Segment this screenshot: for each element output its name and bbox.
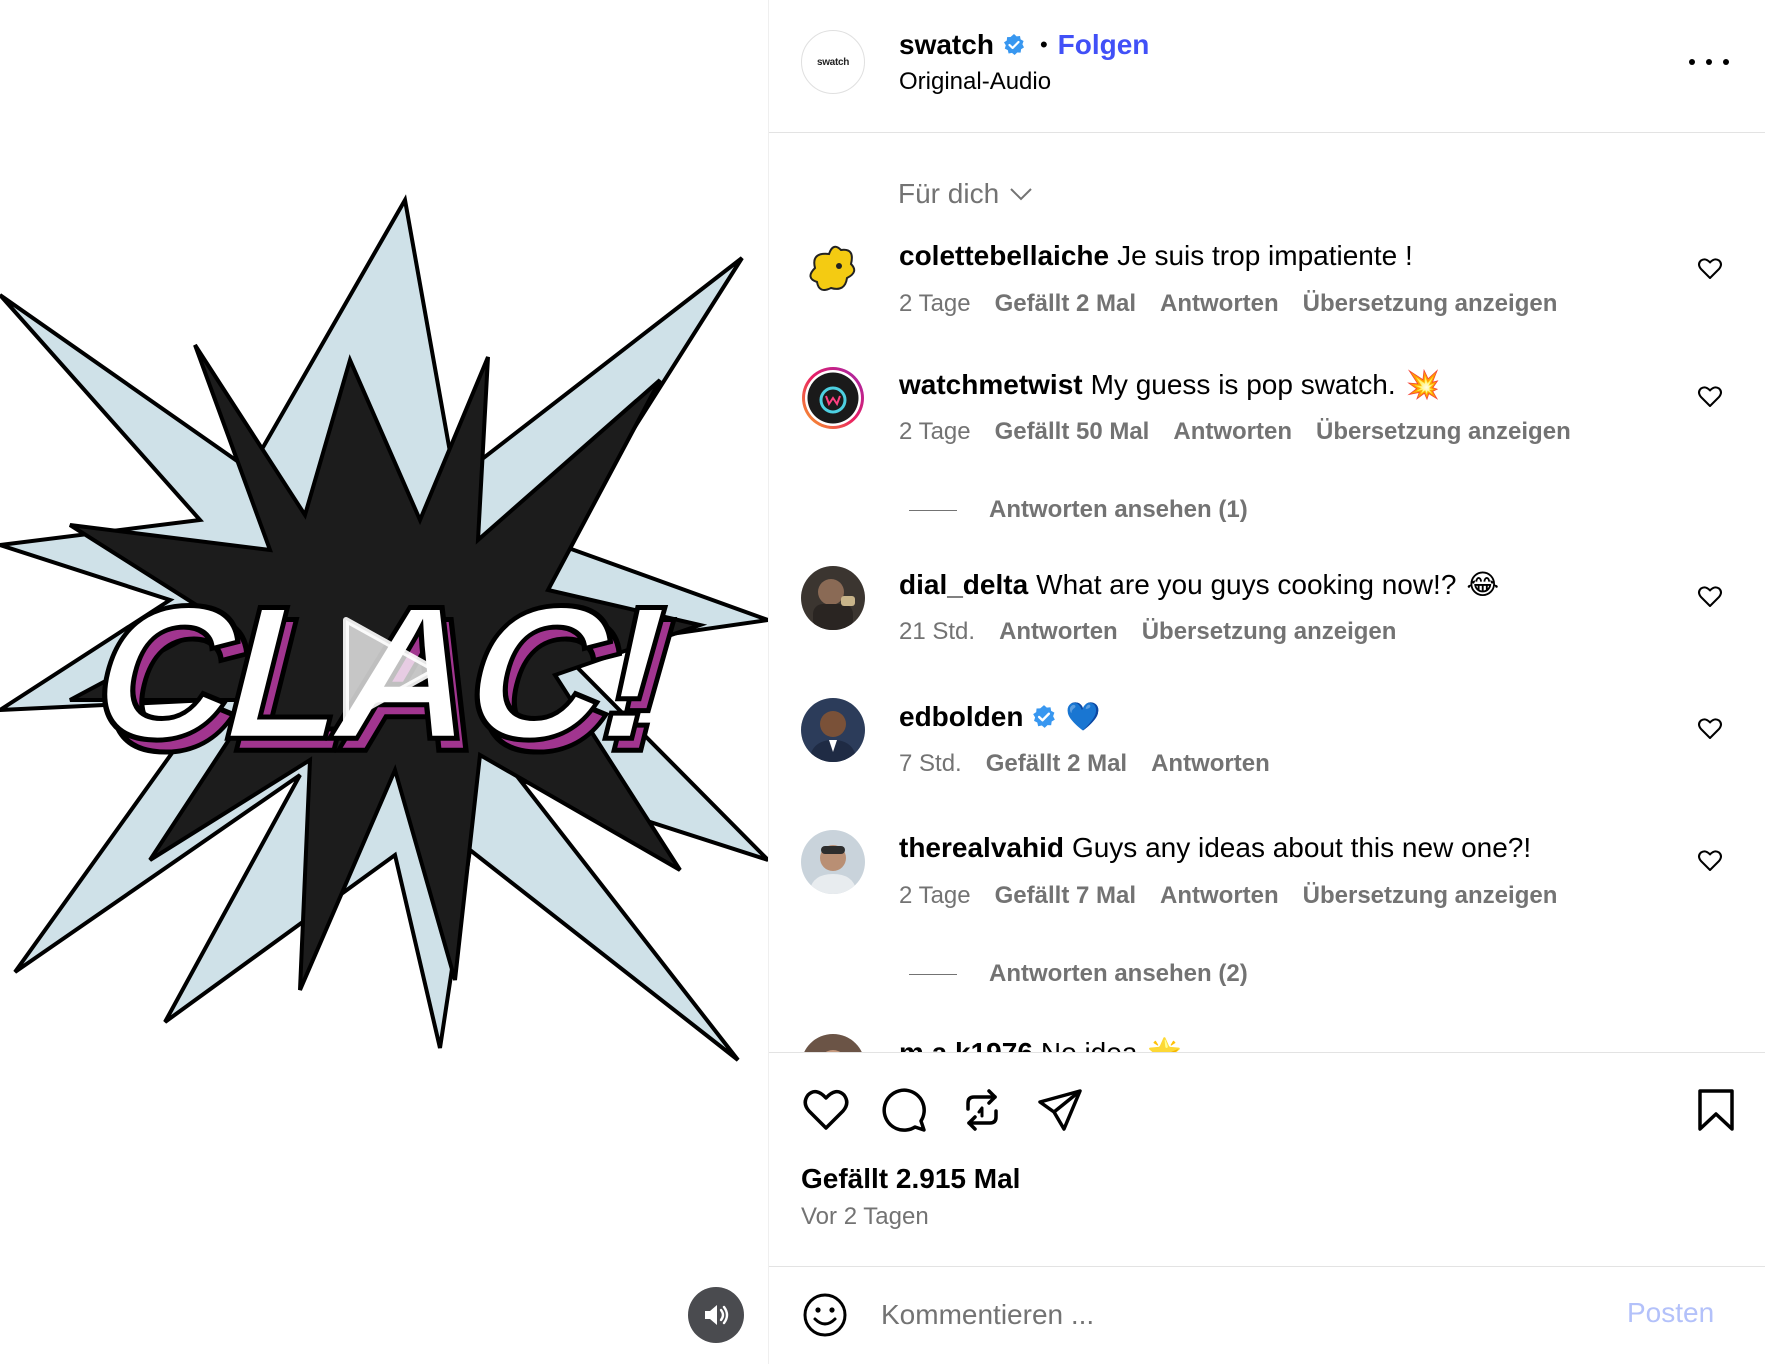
comment-emoji: 💙 xyxy=(1065,701,1101,732)
like-comment-heart-icon[interactable] xyxy=(1697,848,1723,874)
comment-emoji: 🌟 xyxy=(1147,1036,1182,1052)
replies-divider-line xyxy=(909,509,957,511)
comment-likes[interactable]: Gefällt 2 Mal xyxy=(995,290,1136,318)
translate-button[interactable]: Übersetzung anzeigen xyxy=(1142,618,1397,646)
verified-badge-icon xyxy=(1033,704,1056,728)
like-comment-heart-icon[interactable] xyxy=(1697,256,1723,282)
comment-meta: 2 Tage Gefällt 2 Mal Antworten Übersetzu… xyxy=(899,290,1557,318)
reply-button[interactable]: Antworten xyxy=(999,618,1118,646)
post-header: swatch swatch • Folgen Original-Audio xyxy=(769,0,1765,133)
comment-emoji: 😂 xyxy=(1466,569,1500,600)
video-player[interactable]: CLAC! CLAC! xyxy=(0,0,768,1364)
comment-composer: Posten xyxy=(769,1266,1765,1364)
comment-body: Je suis trop impatiente ! xyxy=(1117,240,1413,271)
comment-likes[interactable]: Gefällt 7 Mal xyxy=(995,882,1136,910)
view-replies-button[interactable]: Antworten ansehen (1) xyxy=(909,496,1248,524)
like-comment-heart-icon[interactable] xyxy=(1697,384,1723,410)
translate-button[interactable]: Übersetzung anzeigen xyxy=(1303,882,1558,910)
comment-username[interactable]: colettebellaiche xyxy=(899,240,1109,272)
follow-button[interactable]: Folgen xyxy=(1058,29,1150,61)
comment-meta: 7 Std. Gefällt 2 Mal Antworten xyxy=(899,750,1270,778)
comment-time: 2 Tage xyxy=(899,418,971,445)
avatar-logo-text: swatch xyxy=(816,56,850,68)
comments-list[interactable]: Für dich colettebellaiche Je suis trop i… xyxy=(769,134,1765,1052)
sort-label: Für dich xyxy=(898,178,1000,209)
comment-text: edbolden 💙 xyxy=(899,700,1100,733)
comment-text: colettebellaiche Je suis trop impatiente… xyxy=(899,240,1413,272)
post-sidebar: swatch swatch • Folgen Original-Audio Fü… xyxy=(768,0,1765,1364)
like-comment-heart-icon[interactable] xyxy=(1697,584,1723,610)
comment-body: What are you guys cooking now!? xyxy=(1036,568,1457,600)
comment-username[interactable]: m.a.k1976 xyxy=(899,1037,1033,1053)
comment-time: 7 Std. xyxy=(899,750,962,777)
view-replies-button[interactable]: Antworten ansehen (2) xyxy=(909,960,1248,988)
comment-text: m.a.k1976 No idea 🌟 xyxy=(899,1036,1182,1053)
translate-button[interactable]: Übersetzung anzeigen xyxy=(1303,290,1558,318)
repost-icon[interactable] xyxy=(957,1085,1007,1135)
reply-button[interactable]: Antworten xyxy=(1173,418,1292,446)
comment-body: My guess is pop swatch. xyxy=(1090,368,1396,400)
comment-sort-dropdown[interactable]: Für dich xyxy=(898,178,1033,210)
comment-username[interactable]: edbolden xyxy=(899,701,1023,733)
reply-button[interactable]: Antworten xyxy=(1160,290,1279,318)
commenter-avatar[interactable] xyxy=(801,1034,865,1052)
comment-meta: 2 Tage Gefällt 50 Mal Antworten Übersetz… xyxy=(899,418,1571,446)
comment-time: 2 Tage xyxy=(899,290,971,317)
like-count[interactable]: Gefällt 2.915 Mal xyxy=(801,1163,1020,1195)
heart-icon[interactable] xyxy=(801,1085,851,1135)
comment-text: therealvahid Guys any ideas about this n… xyxy=(899,832,1531,864)
share-icon[interactable] xyxy=(1035,1085,1085,1135)
view-replies-label: Antworten ansehen (1) xyxy=(989,496,1248,523)
post-comment-button[interactable]: Posten xyxy=(1627,1297,1714,1329)
comment-meta: 2 Tage Gefällt 7 Mal Antworten Übersetzu… xyxy=(899,882,1557,910)
post-actions: Gefällt 2.915 Mal Vor 2 Tagen xyxy=(769,1052,1765,1266)
audio-label[interactable]: Original-Audio xyxy=(899,68,1051,96)
view-replies-label: Antworten ansehen (2) xyxy=(989,960,1248,987)
verified-badge-icon xyxy=(1003,34,1024,55)
commenter-avatar[interactable] xyxy=(801,366,865,430)
comment-text: dial_delta What are you guys cooking now… xyxy=(899,568,1499,601)
comment-emoji: 💥 xyxy=(1405,369,1441,400)
more-options-icon[interactable] xyxy=(1689,47,1729,77)
play-icon[interactable] xyxy=(318,600,458,740)
comment-time: 2 Tage xyxy=(899,882,971,909)
reply-button[interactable]: Antworten xyxy=(1151,750,1270,778)
emoji-icon[interactable] xyxy=(801,1291,849,1339)
reply-button[interactable]: Antworten xyxy=(1160,882,1279,910)
comment-likes[interactable]: Gefällt 50 Mal xyxy=(995,418,1150,446)
replies-divider-line xyxy=(909,973,957,975)
comment-username[interactable]: dial_delta xyxy=(899,569,1028,601)
commenter-avatar[interactable] xyxy=(801,830,865,894)
chevron-down-icon xyxy=(1010,188,1032,201)
post-timestamp: Vor 2 Tagen xyxy=(801,1203,929,1230)
comment-username[interactable]: therealvahid xyxy=(899,832,1064,864)
commenter-avatar[interactable] xyxy=(801,238,865,302)
speaker-icon[interactable] xyxy=(688,1287,744,1343)
bookmark-icon[interactable] xyxy=(1691,1085,1741,1135)
comment-icon[interactable] xyxy=(879,1085,929,1135)
comment-username[interactable]: watchmetwist xyxy=(899,369,1083,401)
comment-meta: 21 Std. Antworten Übersetzung anzeigen xyxy=(899,618,1396,646)
commenter-avatar[interactable] xyxy=(801,698,865,762)
commenter-avatar[interactable] xyxy=(801,566,865,630)
account-avatar[interactable]: swatch xyxy=(801,30,865,94)
account-username[interactable]: swatch xyxy=(899,29,994,61)
comment-body: Guys any ideas about this new one?! xyxy=(1071,832,1532,863)
comment-body: No idea xyxy=(1040,1036,1138,1053)
separator-dot: • xyxy=(1039,32,1048,57)
header-title-row: swatch • Folgen xyxy=(899,26,1149,64)
like-comment-heart-icon[interactable] xyxy=(1697,716,1723,742)
translate-button[interactable]: Übersetzung anzeigen xyxy=(1316,418,1571,446)
comment-text: watchmetwist My guess is pop swatch. 💥 xyxy=(899,368,1441,401)
comment-input[interactable] xyxy=(881,1291,1601,1339)
comment-likes[interactable]: Gefällt 2 Mal xyxy=(986,750,1127,778)
comment-time: 21 Std. xyxy=(899,618,976,645)
